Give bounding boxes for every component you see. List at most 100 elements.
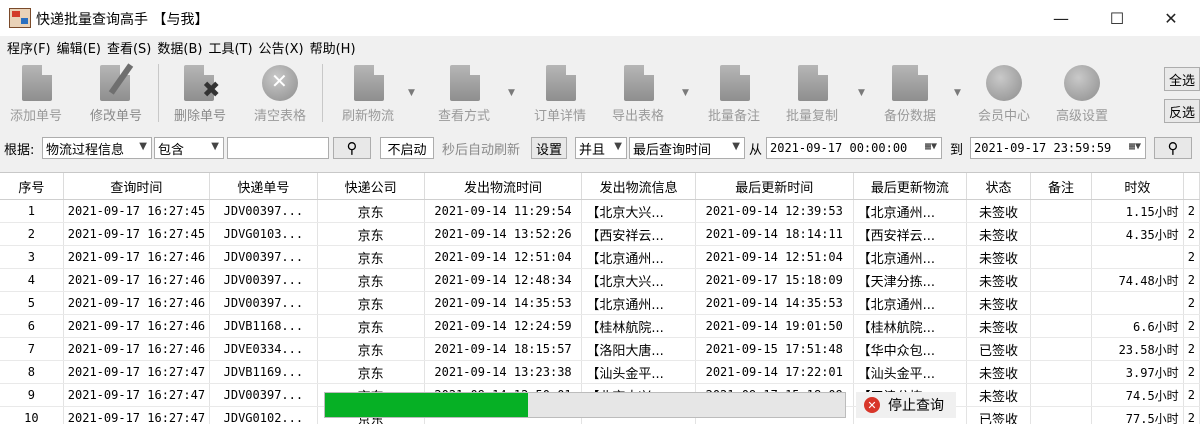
results-table: 序号 查询时间 快递单号 快递公司 发出物流时间 发出物流信息 最后更新时间 最… [0, 172, 1200, 424]
column-header[interactable]: 快递单号 [210, 173, 318, 200]
table-cell: JDV00397... [210, 246, 318, 269]
table-row[interactable]: 72021-09-17 16:27:46JDVE0334...京东2021-09… [0, 338, 1200, 361]
table-cell: 【西安祥云... [853, 223, 966, 246]
column-header[interactable]: 最后更新物流 [853, 173, 966, 200]
logic-select[interactable]: 并且 ▼ [575, 137, 627, 159]
backup-dropdown-icon[interactable]: ▼ [954, 88, 961, 98]
table-cell: JDVG0102... [210, 407, 318, 424]
table-cell: JDV00397... [210, 292, 318, 315]
settings-button[interactable]: 设置 [531, 137, 567, 159]
table-cell: 2021-09-17 16:27:47 [63, 407, 209, 424]
table-cell: 【北京通州... [853, 292, 966, 315]
table-row[interactable]: 52021-09-17 16:27:46JDV00397...京东2021-09… [0, 292, 1200, 315]
column-header[interactable]: 发出物流时间 [424, 173, 582, 200]
chevron-down-icon: ▼ [614, 141, 622, 152]
column-header[interactable]: 查询时间 [63, 173, 209, 200]
maximize-button[interactable]: ☐ [1090, 0, 1144, 36]
table-cell: 2021-09-14 18:15:57 [424, 338, 582, 361]
table-row[interactable]: 32021-09-17 16:27:46JDV00397...京东2021-09… [0, 246, 1200, 269]
invert-selection-button[interactable]: 反选 [1164, 99, 1200, 123]
order-detail-button[interactable]: 订单详情 [528, 60, 592, 126]
column-header[interactable]: 状态 [967, 173, 1031, 200]
backup-data-button[interactable]: 备份数据 [878, 60, 942, 126]
column-header[interactable]: 发出物流信息 [582, 173, 695, 200]
menu-help[interactable]: 帮助(H) [307, 38, 359, 57]
table-cell [1030, 223, 1091, 246]
backup-window-icon [892, 65, 928, 101]
table-cell: 【桂林航院... [853, 315, 966, 338]
basis-select[interactable]: 物流过程信息 ▼ [42, 137, 152, 159]
search-icon: ⚲ [1168, 139, 1179, 157]
view-mode-dropdown-icon[interactable]: ▼ [508, 88, 515, 98]
export-table-button[interactable]: 导出表格 [606, 60, 670, 126]
column-header[interactable]: 最后更新时间 [695, 173, 853, 200]
table-cell: 2021-09-17 16:27:46 [63, 292, 209, 315]
table-row[interactable]: 42021-09-17 16:27:46JDV00397...京东2021-09… [0, 269, 1200, 292]
auto-refresh-toggle[interactable]: 不启动 [380, 137, 434, 159]
table-cell: 【桂林航院... [582, 315, 695, 338]
menu-data[interactable]: 数据(B) [154, 38, 205, 57]
menu-notice[interactable]: 公告(X) [256, 38, 307, 57]
column-header[interactable]: 快递公司 [317, 173, 424, 200]
select-all-button[interactable]: 全选 [1164, 67, 1200, 91]
table-cell [1030, 407, 1091, 424]
column-header[interactable]: 序号 [0, 173, 63, 200]
member-center-button[interactable]: 会员中心 [972, 60, 1036, 126]
view-mode-button[interactable]: 查看方式 [432, 60, 496, 126]
menu-edit[interactable]: 编辑(E) [54, 38, 104, 57]
table-row[interactable]: 12021-09-17 16:27:45JDV00397...京东2021-09… [0, 200, 1200, 223]
table-cell: 2 [1183, 338, 1199, 361]
table-row[interactable]: 62021-09-17 16:27:46JDVB1168...京东2021-09… [0, 315, 1200, 338]
table-cell: JDV00397... [210, 200, 318, 223]
delete-number-button[interactable]: ✖ 删除单号 [168, 60, 232, 126]
table-cell: 2 [1183, 223, 1199, 246]
table-cell: 2021-09-14 13:52:26 [424, 223, 582, 246]
close-button[interactable]: ✕ [1144, 0, 1198, 36]
contain-select[interactable]: 包含 ▼ [154, 137, 224, 159]
minimize-button[interactable]: — [1034, 0, 1088, 36]
table-row[interactable]: 22021-09-17 16:27:45JDVG0103...京东2021-09… [0, 223, 1200, 246]
column-header[interactable]: 备注 [1030, 173, 1091, 200]
results-grid: 序号 查询时间 快递单号 快递公司 发出物流时间 发出物流信息 最后更新时间 最… [0, 173, 1200, 424]
delete-x-icon: ✖ [202, 78, 220, 103]
table-cell: 京东 [317, 246, 424, 269]
menu-tools[interactable]: 工具(T) [205, 38, 255, 57]
add-number-button[interactable]: 添加单号 [4, 60, 68, 126]
table-cell: 京东 [317, 315, 424, 338]
edit-number-button[interactable]: 修改单号 [84, 60, 148, 126]
stop-query-label: 停止查询 [888, 395, 944, 415]
search-button[interactable]: ⚲ [333, 137, 371, 159]
column-header[interactable] [1183, 173, 1199, 200]
export-dropdown-icon[interactable]: ▼ [682, 88, 689, 98]
batch-note-button[interactable]: 批量备注 [702, 60, 766, 126]
table-row[interactable]: 82021-09-17 16:27:47JDVB1169...京东2021-09… [0, 361, 1200, 384]
menu-program[interactable]: 程序(F) [4, 38, 54, 57]
table-cell: 未签收 [967, 384, 1031, 407]
table-cell: 6 [0, 315, 63, 338]
to-date-picker[interactable]: 2021-09-17 23:59:59 ▦▼ [970, 137, 1146, 159]
menu-view[interactable]: 查看(S) [104, 38, 154, 57]
from-label: 从 [749, 137, 762, 159]
stop-query-button[interactable]: ✕ 停止查询 [856, 392, 956, 418]
table-cell: 未签收 [967, 223, 1031, 246]
table-cell: 9 [0, 384, 63, 407]
table-cell: 未签收 [967, 361, 1031, 384]
keyword-input[interactable] [227, 137, 329, 159]
clear-table-button[interactable]: ✕ 清空表格 [246, 60, 314, 126]
table-cell: 2021-09-14 12:51:04 [695, 246, 853, 269]
clock-icon [986, 65, 1022, 101]
table-cell: 未签收 [967, 246, 1031, 269]
date-search-button[interactable]: ⚲ [1154, 137, 1192, 159]
copy-dropdown-icon[interactable]: ▼ [858, 88, 865, 98]
advanced-settings-button[interactable]: 高级设置 [1050, 60, 1114, 126]
column-header[interactable]: 时效 [1092, 173, 1184, 200]
table-body: 12021-09-17 16:27:45JDV00397...京东2021-09… [0, 200, 1200, 424]
from-date-picker[interactable]: 2021-09-17 00:00:00 ▦▼ [766, 137, 942, 159]
batch-copy-button[interactable]: 批量复制 [780, 60, 844, 126]
time-field-select[interactable]: 最后查询时间 ▼ [629, 137, 745, 159]
table-cell [1092, 292, 1184, 315]
table-cell: 京东 [317, 200, 424, 223]
table-cell: 2021-09-14 11:29:54 [424, 200, 582, 223]
refresh-dropdown-icon[interactable]: ▼ [408, 88, 415, 98]
refresh-logistics-button[interactable]: 刷新物流 [336, 60, 400, 126]
